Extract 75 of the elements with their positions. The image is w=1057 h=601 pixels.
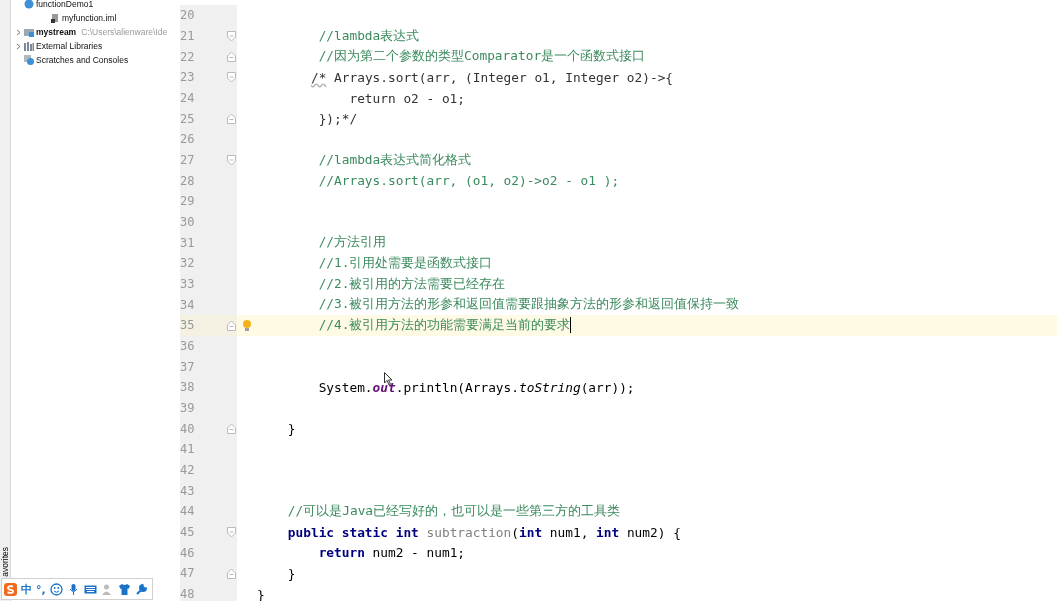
input-mode-toggle[interactable]: 中 <box>21 581 32 597</box>
code-line: //lambda表达式简化格式 <box>317 151 472 169</box>
line-number: 31 <box>180 235 196 250</box>
code-line: } <box>257 586 265 601</box>
code-line: public static int subtraction(int num1, int num2) { <box>286 524 681 540</box>
line-number: 29 <box>180 194 196 209</box>
lightbulb-icon[interactable] <box>242 318 252 332</box>
line-number: 24 <box>180 91 196 105</box>
fold-marker-icon[interactable] <box>227 154 236 166</box>
code-line: //Arrays.sort(arr, (o1, o2)->o2 - o1 ); <box>317 173 620 189</box>
favorites-tab[interactable]: avorites <box>0 547 10 577</box>
line-number: 26 <box>180 132 196 147</box>
code-line: return o2 - o1; <box>348 90 466 106</box>
line-number: 28 <box>180 173 196 188</box>
tree-item[interactable]: External Libraries <box>11 39 180 53</box>
code-line: //3.被引用方法的形参和返回值需要跟抽象方法的形参和返回值保持一致 <box>317 296 740 314</box>
code-line: return num2 - num1; <box>317 545 466 561</box>
line-number: 34 <box>180 297 196 312</box>
file-icon <box>50 13 60 23</box>
punctuation-toggle[interactable]: °, <box>36 582 46 596</box>
tree-item[interactable]: Scratches and Consoles <box>11 53 180 67</box>
code-line: //lambda表达式 <box>317 27 420 45</box>
fold-marker-icon[interactable] <box>227 567 236 579</box>
line-number: 20 <box>180 8 196 23</box>
wrench-icon[interactable] <box>134 582 148 596</box>
code-line: //2.被引用的方法需要已经存在 <box>317 275 506 293</box>
code-line: /* Arrays.sort(arr, (Integer o1, Integer o2)->{ <box>309 69 674 85</box>
code-line: //4.被引用方法的功能需要满足当前的要求 <box>317 316 572 334</box>
code-line: } <box>286 421 296 437</box>
line-number: 22 <box>180 49 196 64</box>
tree-item[interactable]: myfunction.iml <box>11 11 180 25</box>
code-line: //1.引用处需要是函数式接口 <box>317 254 493 272</box>
fold-marker-icon[interactable] <box>227 71 236 83</box>
fold-marker-icon[interactable] <box>227 319 236 331</box>
line-number: 38 <box>180 380 196 395</box>
fold-marker-icon[interactable] <box>227 113 236 125</box>
tree-item[interactable]: mystream C:\Users\alienware\Ide <box>11 25 180 39</box>
line-number: 27 <box>180 153 196 168</box>
line-number: 48 <box>180 587 196 601</box>
libraries-icon <box>24 41 34 51</box>
code-line: } <box>286 565 296 581</box>
fold-marker-icon[interactable] <box>227 423 236 435</box>
line-number: 47 <box>180 566 196 581</box>
line-number: 25 <box>180 111 196 126</box>
folder-icon <box>24 27 34 37</box>
line-number: 42 <box>180 463 196 478</box>
line-number: 32 <box>180 256 196 271</box>
line-number: 36 <box>180 339 196 354</box>
ime-logo-icon[interactable] <box>4 582 17 596</box>
line-number: 23 <box>180 70 196 85</box>
line-number: 35 <box>180 318 196 333</box>
line-number: 37 <box>180 359 196 374</box>
fold-marker-icon[interactable] <box>227 51 236 63</box>
code-line: //可以是Java已经写好的，也可以是一些第三方的工具类 <box>286 502 621 520</box>
code-line: System.out.println(Arrays.toString(arr)); <box>317 379 635 395</box>
shirt-icon[interactable] <box>117 582 131 596</box>
scratches-icon <box>24 55 34 65</box>
line-number: 46 <box>180 545 196 560</box>
line-number: 33 <box>180 277 196 292</box>
code-line: });*/ <box>317 111 358 127</box>
line-number: 44 <box>180 504 196 519</box>
code-line: //方法引用 <box>317 234 387 252</box>
class-icon <box>24 0 34 9</box>
line-number: 40 <box>180 421 196 436</box>
line-number: 41 <box>180 442 196 457</box>
line-number: 43 <box>180 483 196 498</box>
tree-item[interactable]: functionDemo1 <box>11 0 180 11</box>
line-number: 30 <box>180 215 196 230</box>
fold-marker-icon[interactable] <box>227 30 236 42</box>
smiley-icon[interactable] <box>49 582 63 596</box>
line-number: 21 <box>180 29 196 43</box>
line-number: 45 <box>180 525 196 540</box>
line-number: 39 <box>180 401 196 416</box>
fold-marker-icon[interactable] <box>227 526 236 538</box>
code-line: //因为第二个参数的类型Comparator是一个函数式接口 <box>317 48 646 66</box>
